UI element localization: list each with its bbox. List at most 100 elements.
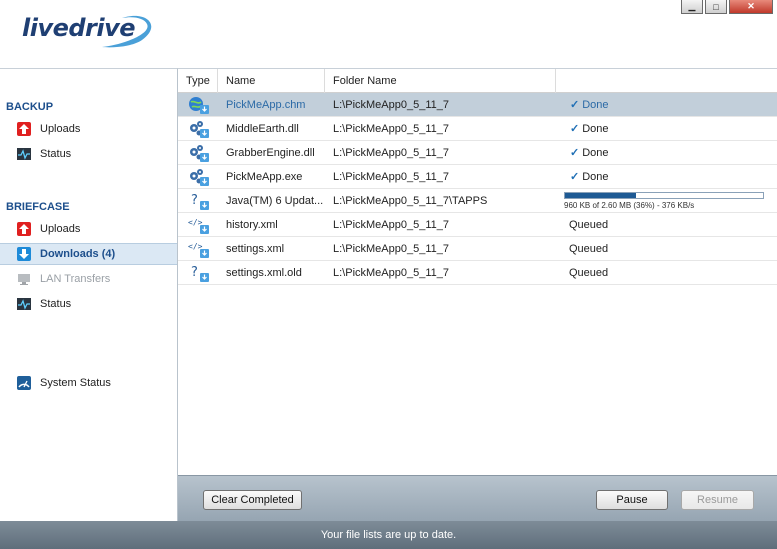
upload-red-icon <box>16 121 32 137</box>
pulse-monitor-icon <box>16 296 32 312</box>
status-text: Done <box>582 123 609 135</box>
app-header: livedrive ▁ □ ✕ <box>0 0 777 68</box>
minimize-button[interactable]: ▁ <box>681 0 703 14</box>
status-cell: ✓ Done <box>562 141 777 165</box>
status-cell: ✓ Done <box>562 93 777 117</box>
sidebar-item-backup-uploads[interactable]: Uploads <box>0 118 177 140</box>
status-text: Queued <box>569 219 609 231</box>
status-cell: ✓ Done <box>562 165 777 189</box>
progress-fill <box>565 193 637 198</box>
checkmark-icon: ✓ <box>570 123 580 135</box>
sidebar-item-system-status[interactable]: System Status <box>0 372 177 394</box>
svg-text:?: ? <box>191 193 198 208</box>
lan-computer-icon <box>16 271 32 287</box>
column-header-status[interactable] <box>556 69 777 93</box>
gauge-icon <box>16 375 32 391</box>
sidebar-item-briefcase-uploads[interactable]: Uploads <box>0 218 177 240</box>
file-name-cell: GrabberEngine.dll <box>226 147 315 159</box>
upload-red-icon <box>16 221 32 237</box>
download-progress: 960 KB of 2.60 MB (36%) - 376 KB/s <box>564 192 768 210</box>
sidebar-item-label: Uploads <box>40 123 81 135</box>
table-row[interactable]: </> history.xml L:\PickMeApp0_5_11_7 Queued <box>178 213 777 237</box>
pause-button[interactable]: Pause <box>596 490 668 510</box>
sidebar-item-label: LAN Transfers <box>40 273 111 285</box>
sidebar-item-briefcase-status[interactable]: Status <box>0 293 177 315</box>
status-cell: Queued <box>562 237 777 261</box>
checkmark-icon: ✓ <box>570 99 580 111</box>
file-name-cell: Java(TM) 6 Updat... <box>226 195 324 207</box>
unknown-file-icon: ? <box>188 192 210 210</box>
clear-completed-button[interactable]: Clear Completed <box>203 490 302 510</box>
status-text: Done <box>582 99 609 111</box>
xml-file-icon: </> <box>188 216 210 234</box>
table-row[interactable]: MiddleEarth.dll L:\PickMeApp0_5_11_7 ✓ Done <box>178 117 777 141</box>
column-header-folder[interactable]: Folder Name <box>325 69 556 93</box>
table-row[interactable]: PickMeApp.exe L:\PickMeApp0_5_11_7 ✓ Done <box>178 165 777 189</box>
bottom-toolbar: Clear Completed Pause Resume <box>178 475 777 521</box>
table-header: Type Name Folder Name <box>178 69 777 93</box>
window-controls: ▁ □ ✕ <box>681 0 773 14</box>
gears-file-icon <box>188 168 210 186</box>
maximize-button[interactable]: □ <box>705 0 727 14</box>
status-text: Queued <box>569 243 609 255</box>
gears-file-icon <box>188 144 210 162</box>
folder-name-cell: L:\PickMeApp0_5_11_7 <box>333 171 449 183</box>
status-cell: Queued <box>562 213 777 237</box>
sidebar-item-label: Uploads <box>40 223 81 235</box>
sidebar-item-label: System Status <box>40 377 111 389</box>
download-blue-icon <box>16 246 32 262</box>
file-name-cell: MiddleEarth.dll <box>226 123 299 135</box>
logo-wordmark: livedrive <box>22 14 136 42</box>
unknown-file-icon: ? <box>188 264 210 282</box>
sidebar: BACKUP Uploads Status BRIEFCASE Uploads … <box>0 68 178 524</box>
file-name-cell: PickMeApp.chm <box>226 99 306 111</box>
sidebar-item-downloads[interactable]: Downloads (4) <box>0 243 177 265</box>
folder-name-cell: L:\PickMeApp0_5_11_7 <box>333 219 449 231</box>
sidebar-item-label: Status <box>40 148 72 160</box>
section-title-backup: BACKUP <box>6 101 54 113</box>
status-cell: Queued <box>562 261 777 285</box>
livedrive-logo: livedrive <box>22 12 162 52</box>
table-row[interactable]: PickMeApp.chm L:\PickMeApp0_5_11_7 ✓ Done <box>178 93 777 117</box>
gears-file-icon <box>188 120 210 138</box>
checkmark-icon: ✓ <box>570 147 580 159</box>
sidebar-footer <box>0 475 178 521</box>
status-text: Done <box>582 147 609 159</box>
status-bar: Your file lists are up to date. <box>0 521 777 549</box>
status-text: Queued <box>569 267 609 279</box>
close-button[interactable]: ✕ <box>729 0 773 14</box>
globe-file-icon <box>188 96 210 114</box>
column-header-type[interactable]: Type <box>178 69 218 93</box>
checkmark-icon: ✓ <box>570 171 580 183</box>
folder-name-cell: L:\PickMeApp0_5_11_7 <box>333 267 449 279</box>
file-name-cell: history.xml <box>226 219 278 231</box>
section-title-briefcase: BRIEFCASE <box>6 201 70 213</box>
file-name-cell: settings.xml <box>226 243 285 255</box>
folder-name-cell: L:\PickMeApp0_5_11_7 <box>333 123 449 135</box>
sidebar-item-lan-transfers[interactable]: LAN Transfers <box>0 268 177 290</box>
table-row[interactable]: ? settings.xml.old L:\PickMeApp0_5_11_7 Que… <box>178 261 777 285</box>
folder-name-cell: L:\PickMeApp0_5_11_7 <box>333 147 449 159</box>
file-name-cell: PickMeApp.exe <box>226 171 303 183</box>
xml-file-icon: </> <box>188 240 210 258</box>
logo-live: live <box>22 14 69 42</box>
status-text: Done <box>582 171 609 183</box>
resume-button[interactable]: Resume <box>681 490 754 510</box>
sidebar-item-label: Downloads (4) <box>40 248 116 260</box>
folder-name-cell: L:\PickMeApp0_5_11_7 <box>333 243 449 255</box>
logo-drive: drive <box>68 14 136 42</box>
table-row[interactable]: GrabberEngine.dll L:\PickMeApp0_5_11_7 ✓ Do… <box>178 141 777 165</box>
sidebar-item-backup-status[interactable]: Status <box>0 143 177 165</box>
table-row[interactable]: ? Java(TM) 6 Updat... L:\PickMeApp0_5_11_7… <box>178 189 777 213</box>
pulse-monitor-icon <box>16 146 32 162</box>
table-row[interactable]: </> settings.xml L:\PickMeApp0_5_11_7 Queue… <box>178 237 777 261</box>
progress-text: 960 KB of 2.60 MB (36%) - 376 KB/s <box>564 201 695 210</box>
svg-text:?: ? <box>191 265 198 280</box>
sidebar-item-label: Status <box>40 298 72 310</box>
column-header-name[interactable]: Name <box>218 69 325 93</box>
status-cell: ✓ Done <box>562 117 777 141</box>
folder-name-cell: L:\PickMeApp0_5_11_7 <box>333 99 449 111</box>
progress-bar <box>564 192 764 199</box>
file-name-cell: settings.xml.old <box>226 267 302 279</box>
downloads-table: Type Name Folder Name PickMeApp.chm L:\Pi… <box>178 68 777 475</box>
